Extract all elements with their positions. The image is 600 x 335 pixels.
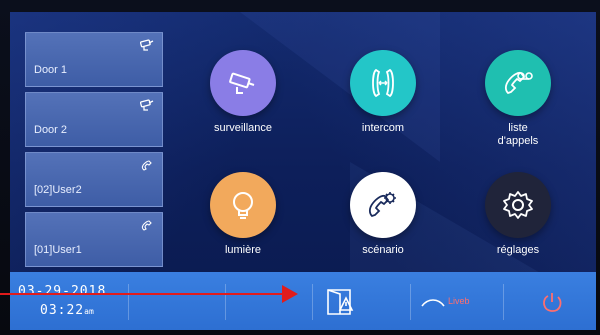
light-bulb-icon <box>233 192 253 219</box>
app-label: surveillance <box>213 122 273 134</box>
list-item-user-1[interactable]: [01]User1 <box>25 212 163 267</box>
list-item-label: Door 1 <box>34 64 68 76</box>
camera-icon <box>140 99 154 111</box>
app-icon-circle <box>210 172 276 238</box>
call-log-icon <box>504 71 533 95</box>
wifi-icon[interactable] <box>420 296 446 310</box>
list-item-label: [01]User1 <box>34 244 82 256</box>
divider <box>128 284 129 320</box>
app-label-line: liste <box>508 122 528 134</box>
device-frame: Door 1 Door 2 [02]User2 [01]User1 survei… <box>0 0 600 335</box>
app-scenario[interactable]: scénario <box>328 172 438 257</box>
app-light[interactable]: lumière <box>188 172 298 257</box>
divider <box>312 284 313 320</box>
list-item-user-2[interactable]: [02]User2 <box>25 152 163 207</box>
annotation-arrow-line <box>0 293 284 295</box>
scenario-phone-gear-icon <box>368 192 396 218</box>
power-icon[interactable] <box>541 291 563 313</box>
app-icon-circle <box>350 50 416 116</box>
date-time-display: 03-29-2018 03:22am <box>18 282 106 321</box>
door-user-list: Door 1 Door 2 [02]User2 [01]User1 <box>25 32 163 272</box>
time-text: 03:22 <box>40 303 85 318</box>
app-label: intercom <box>361 122 405 134</box>
app-label-line: d'appels <box>497 135 539 147</box>
app-label: scénario <box>362 244 404 256</box>
cctv-camera-icon <box>229 72 255 94</box>
ampm-text: am <box>84 307 94 316</box>
app-label: lumière <box>224 244 262 256</box>
app-icon-circle <box>485 50 551 116</box>
door-alarm-icon[interactable] <box>322 284 356 318</box>
camera-icon <box>140 39 154 51</box>
divider <box>225 284 226 320</box>
app-label: réglages <box>496 244 540 256</box>
divider <box>410 284 411 320</box>
app-intercom[interactable]: intercom <box>328 50 438 135</box>
divider <box>503 284 504 320</box>
list-item-label: Door 2 <box>34 124 68 136</box>
app-icon-circle <box>350 172 416 238</box>
monitor-screen: Door 1 Door 2 [02]User2 [01]User1 survei… <box>10 12 596 330</box>
list-item-door-2[interactable]: Door 2 <box>25 92 163 147</box>
list-item-door-1[interactable]: Door 1 <box>25 32 163 87</box>
app-icon-circle <box>485 172 551 238</box>
app-icon-circle <box>210 50 276 116</box>
app-label: liste d'appels <box>463 122 573 148</box>
app-settings[interactable]: réglages <box>463 172 573 257</box>
phone-handset-icon <box>141 160 152 171</box>
gear-icon <box>503 191 533 219</box>
app-call-log[interactable]: liste d'appels <box>463 50 573 148</box>
date-text: 03-29-2018 <box>18 284 107 299</box>
wifi-label: Liveb <box>448 296 470 306</box>
intercom-icon <box>372 68 394 98</box>
time-row: 03:22am <box>18 301 106 321</box>
status-bar: 03-29-2018 03:22am Liveb <box>10 272 596 330</box>
app-surveillance[interactable]: surveillance <box>188 50 298 135</box>
list-item-label: [02]User2 <box>34 184 82 196</box>
annotation-arrow-head <box>282 285 298 303</box>
phone-handset-icon <box>141 220 152 231</box>
